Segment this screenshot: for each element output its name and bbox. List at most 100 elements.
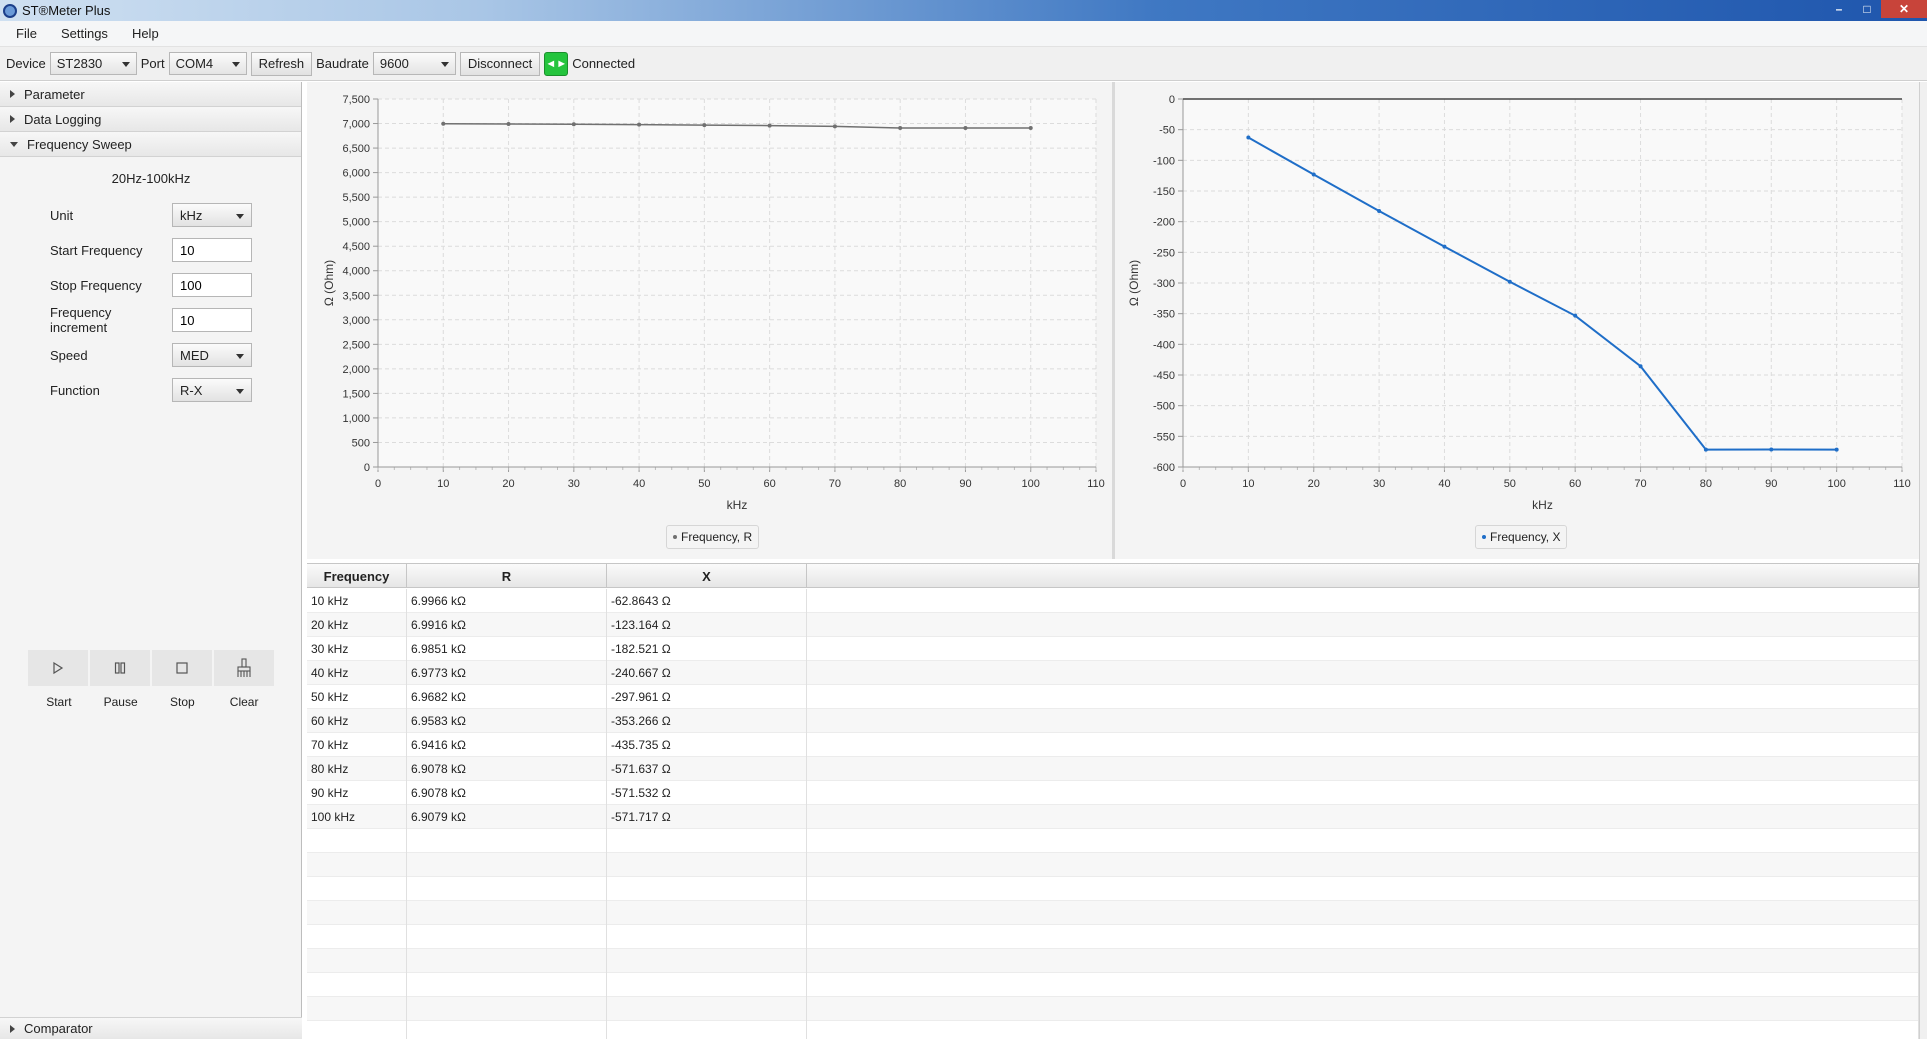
y-tick-label: -150 [1153, 186, 1175, 198]
table-row[interactable] [307, 997, 1919, 1021]
x-tick-label: 30 [1373, 478, 1385, 490]
y-tick-label: 0 [364, 462, 370, 474]
data-point [1442, 244, 1447, 249]
results-table: Frequency R X 10 kHz 6.9966 kΩ -62.8643 Ω2… [307, 563, 1919, 1039]
table-row[interactable] [307, 853, 1919, 877]
chart-r-pane: 0 10 20 30 40 50 60 70 80 90 100 110 0 500 1,000 1,500 2… [307, 82, 1112, 559]
table-row[interactable]: 40 kHz 6.9773 kΩ -240.667 Ω [307, 661, 1919, 685]
port-select[interactable]: COM4 [168, 52, 247, 75]
unit-select[interactable]: kHz [172, 203, 252, 227]
port-label: Port [140, 56, 165, 71]
cell-frequency [307, 949, 407, 973]
table-row[interactable]: 70 kHz 6.9416 kΩ -435.735 Ω [307, 733, 1919, 757]
charts-area: 0 10 20 30 40 50 60 70 80 90 100 110 0 500 1,000 1,500 2… [307, 82, 1919, 559]
start-frequency-label: Start Frequency [50, 242, 143, 258]
x-tick-label: 0 [1180, 478, 1186, 490]
cell-x [607, 973, 807, 997]
table-row[interactable]: 50 kHz 6.9682 kΩ -297.961 Ω [307, 685, 1919, 709]
start-button[interactable]: Start [28, 650, 90, 710]
menu-help[interactable]: Help [116, 26, 167, 41]
cell-empty [807, 901, 1919, 925]
y-tick-label: -400 [1153, 339, 1175, 351]
disconnect-button[interactable]: Disconnect [459, 51, 541, 76]
chart-r: 0 10 20 30 40 50 60 70 80 90 100 110 0 500 1,000 1,500 2… [322, 94, 1105, 512]
device-label: Device [6, 56, 46, 71]
cell-x [607, 949, 807, 973]
cell-empty [807, 949, 1919, 973]
close-button[interactable]: ✕ [1881, 0, 1927, 18]
stop-button[interactable]: Stop [151, 650, 214, 710]
connection-icon: ◄► [544, 51, 569, 76]
minimize-button[interactable]: – [1825, 0, 1853, 18]
cell-x: -435.735 Ω [607, 733, 807, 757]
cell-frequency: 50 kHz [307, 685, 407, 709]
device-select[interactable]: ST2830 [49, 52, 137, 75]
unit-row: Unit kHz [50, 203, 290, 227]
chevron-down-icon [236, 354, 244, 359]
speed-select[interactable]: MED [172, 343, 252, 367]
cell-empty [807, 973, 1919, 997]
cell-r: 6.9773 kΩ [407, 661, 607, 685]
cell-frequency [307, 901, 407, 925]
pause-button[interactable]: Pause [90, 650, 152, 710]
chevron-down-icon [231, 62, 240, 67]
unit-value: kHz [180, 207, 203, 223]
y-tick-label: 3,500 [342, 290, 370, 302]
function-select[interactable]: R-X [172, 378, 252, 402]
cell-r: 6.9079 kΩ [407, 805, 607, 829]
data-point [1769, 447, 1774, 452]
accordion-frequency-sweep[interactable]: Frequency Sweep [0, 132, 301, 157]
cell-x: -123.164 Ω [607, 613, 807, 637]
table-row[interactable] [307, 901, 1919, 925]
accordion-parameter[interactable]: Parameter [0, 82, 301, 107]
y-tick-label: 3,000 [342, 315, 370, 327]
table-row[interactable] [307, 829, 1919, 853]
table-row[interactable] [307, 925, 1919, 949]
cell-empty [807, 925, 1919, 949]
cell-empty [807, 685, 1919, 709]
data-point [767, 123, 772, 128]
data-point [1638, 364, 1643, 369]
table-row[interactable] [307, 1021, 1919, 1039]
table-row[interactable]: 100 kHz 6.9079 kΩ -571.717 Ω [307, 805, 1919, 829]
table-row[interactable] [307, 973, 1919, 997]
start-frequency-input[interactable] [172, 238, 252, 262]
table-row[interactable]: 80 kHz 6.9078 kΩ -571.637 Ω [307, 757, 1919, 781]
cell-frequency: 60 kHz [307, 709, 407, 733]
y-tick-label: 1,500 [342, 388, 370, 400]
baudrate-label: Baudrate [316, 56, 369, 71]
chevron-down-icon [236, 389, 244, 394]
table-row[interactable]: 90 kHz 6.9078 kΩ -571.532 Ω [307, 781, 1919, 805]
table-row[interactable]: 30 kHz 6.9851 kΩ -182.521 Ω [307, 637, 1919, 661]
table-row[interactable]: 60 kHz 6.9583 kΩ -353.266 Ω [307, 709, 1919, 733]
table-row[interactable]: 20 kHz 6.9916 kΩ -123.164 Ω [307, 613, 1919, 637]
menu-file[interactable]: File [0, 26, 45, 41]
data-point [506, 121, 511, 126]
accordion-data-logging[interactable]: Data Logging [0, 107, 301, 132]
menu-settings[interactable]: Settings [45, 26, 116, 41]
cell-empty [807, 757, 1919, 781]
window-controls: – □ ✕ [1825, 0, 1927, 18]
table-row[interactable]: 10 kHz 6.9966 kΩ -62.8643 Ω [307, 589, 1919, 613]
table-row[interactable] [307, 949, 1919, 973]
refresh-button[interactable]: Refresh [250, 51, 313, 76]
x-tick-label: 110 [1087, 478, 1105, 490]
clear-button[interactable]: Clear [213, 650, 275, 710]
stop-frequency-input[interactable] [172, 273, 252, 297]
table-row[interactable] [307, 877, 1919, 901]
column-header-frequency[interactable]: Frequency [307, 564, 407, 588]
frequency-increment-input[interactable] [172, 308, 252, 332]
accordion-comparator[interactable]: Comparator [0, 1017, 302, 1039]
y-tick-label: 4,500 [342, 241, 370, 253]
column-header-r[interactable]: R [407, 564, 607, 588]
legend-r: Frequency, R [666, 525, 760, 549]
cell-x [607, 1021, 807, 1039]
chart-x-pane: 0 10 20 30 40 50 60 70 80 90 100 110 -600 -550 -500 -45… [1115, 82, 1919, 559]
cell-r [407, 1021, 607, 1039]
accordion-comparator-label: Comparator [24, 1021, 93, 1036]
y-tick-label: -550 [1153, 431, 1175, 443]
baudrate-select[interactable]: 9600 [372, 52, 456, 75]
column-header-x[interactable]: X [607, 564, 807, 588]
maximize-button[interactable]: □ [1853, 0, 1881, 18]
y-tick-label: -600 [1153, 462, 1175, 474]
